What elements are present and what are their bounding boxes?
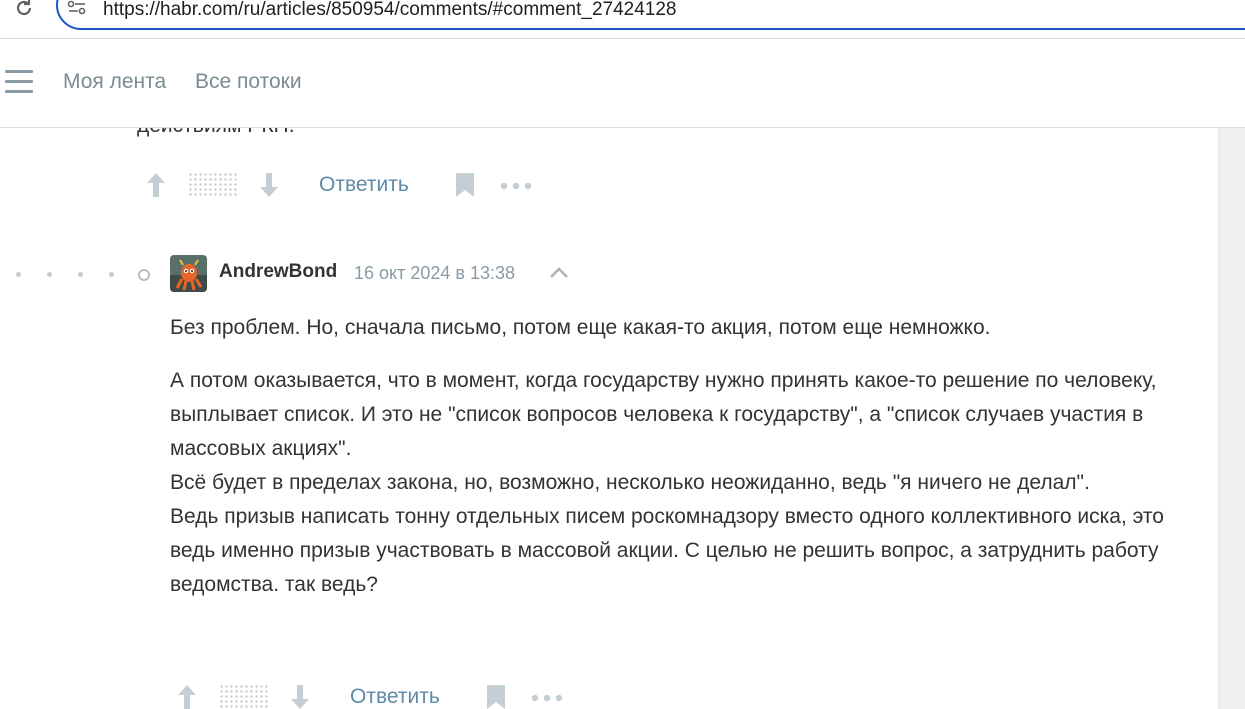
previous-comment-text: действиям РКН. — [137, 128, 295, 138]
comment-paragraph: Без проблем. Но, сначала письмо, потом е… — [170, 316, 991, 339]
comment-actions: Ответить — [177, 684, 597, 709]
reload-icon[interactable] — [12, 0, 36, 20]
comment-timestamp[interactable]: 16 окт 2024 в 13:38 — [354, 263, 515, 284]
arrow-down-icon[interactable] — [259, 172, 279, 198]
comments-list: действиям РКН. Ответить Andrew — [0, 128, 1218, 709]
thread-depth-indicator — [10, 268, 155, 281]
avatar[interactable] — [170, 255, 207, 292]
comment-paragraph: Всё будет в пределах закона, но, возможн… — [170, 471, 1090, 494]
score-hidden — [219, 684, 269, 709]
comment-paragraph: Ведь призыв написать тонну отдельных пис… — [170, 505, 1164, 596]
chevron-up-icon[interactable] — [548, 266, 570, 280]
site-info-icon[interactable] — [66, 0, 88, 20]
bookmark-icon[interactable] — [455, 172, 475, 198]
arrow-up-icon[interactable] — [146, 172, 166, 198]
arrow-down-icon[interactable] — [290, 684, 310, 709]
more-dots-icon[interactable] — [500, 181, 532, 191]
scrollbar-track[interactable] — [1218, 128, 1245, 709]
reply-button[interactable]: Ответить — [350, 685, 440, 709]
nav-my-feed[interactable]: Моя лента — [63, 70, 166, 94]
more-dots-icon[interactable] — [531, 693, 563, 703]
nav-all-flows[interactable]: Все потоки — [195, 70, 302, 94]
hamburger-icon[interactable] — [5, 70, 33, 96]
comment-author[interactable]: AndrewBond — [219, 261, 337, 283]
reply-button[interactable]: Ответить — [319, 173, 409, 197]
score-hidden — [188, 172, 238, 198]
bookmark-icon[interactable] — [486, 684, 506, 709]
comment-body: Без проблем. Но, сначала письмо, потом е… — [170, 311, 1190, 602]
url-text[interactable]: https://habr.com/ru/articles/850954/comm… — [103, 0, 677, 21]
arrow-up-icon[interactable] — [177, 684, 197, 709]
comment-paragraph: А потом оказывается, что в момент, когда… — [170, 369, 1157, 460]
browser-toolbar: https://habr.com/ru/articles/850954/comm… — [0, 0, 1245, 39]
top-navigation: Моя лента Все потоки — [0, 39, 1245, 128]
previous-comment-actions: Ответить — [146, 172, 566, 202]
